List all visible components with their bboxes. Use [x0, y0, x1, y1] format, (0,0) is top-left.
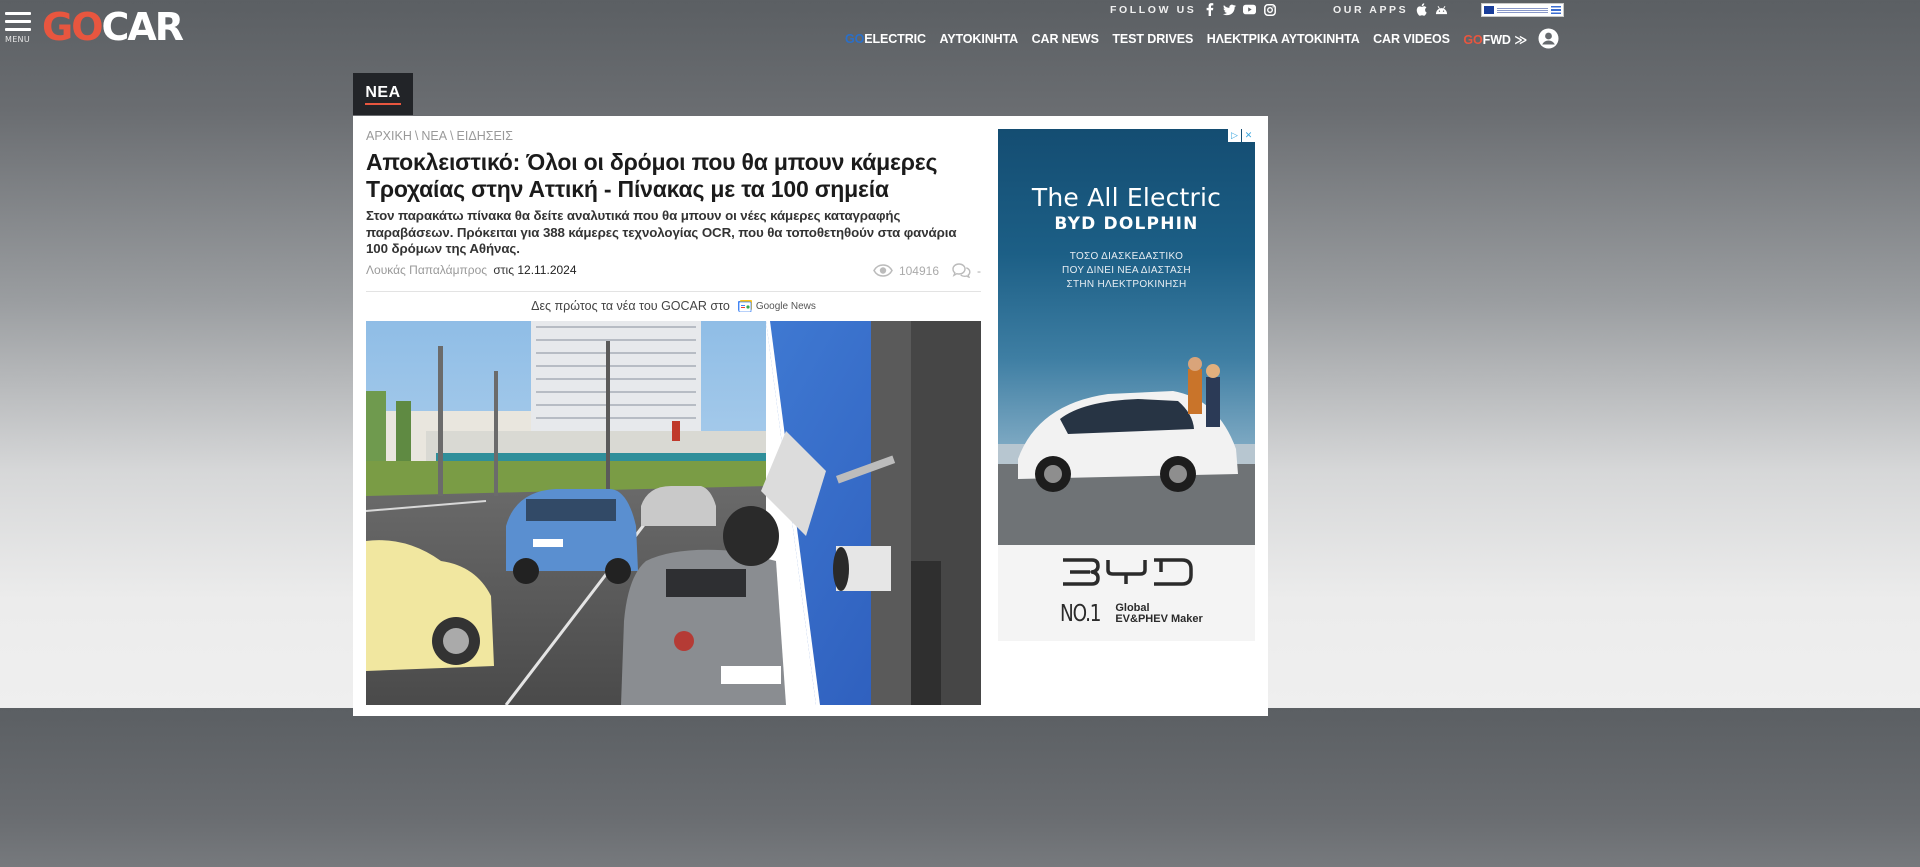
follow-us: FOLLOW US: [1110, 3, 1276, 16]
greek-flag-icon: [1551, 6, 1561, 14]
hero-image[interactable]: [366, 321, 981, 705]
main-nav: GOELECTRIC ΑΥΤΟΚΙΝΗΤΑ CAR NEWS TEST DRIVES Η…: [845, 31, 1527, 47]
breadcrumb-separator: \: [414, 129, 419, 143]
ad-tagline-line: ΤΟΣΟ ΔΙΑΣΚΕΔΑΣΤΙΚΟ: [1069, 251, 1184, 262]
ad-slogan-text: Global EV&PHEV Maker: [1115, 603, 1202, 625]
ad-visual: ▷ ✕ The All Electric BYD DOLPHIN ΤΟΣΟ ΔΙ…: [998, 129, 1255, 545]
ad-tagline: ΤΟΣΟ ΔΙΑΣΚΕΔΑΣΤΙΚΟ ΠΟΥ ΔΙΝΕΙ ΝΕΑ ΔΙΑΣΤΑΣ…: [998, 250, 1255, 292]
google-news-icon: [737, 300, 753, 313]
date-prefix: στις: [493, 263, 514, 277]
hamburger-icon-bar: [5, 20, 31, 23]
eye-icon: [873, 264, 893, 277]
nav-link-4[interactable]: TEST DRIVES: [1112, 32, 1193, 46]
hamburger-icon: [5, 12, 31, 15]
content-card: ΑΡΧΙΚΗ \ ΝΕΑ \ ΕΙΔΗΣΕΙΣ Αποκλειστικό: Όλοι ο…: [353, 116, 1268, 716]
our-apps: OUR APPS: [1333, 3, 1448, 16]
ad-headline: The All Electric: [1031, 183, 1222, 212]
breadcrumb-news[interactable]: ΝΕΑ: [421, 129, 447, 143]
google-news-label: Google News: [755, 300, 816, 312]
user-account-icon[interactable]: [1538, 28, 1559, 49]
eu-flag-icon: [1484, 6, 1494, 14]
ad-slogan: NO.1 Global EV&PHEV Maker: [1060, 601, 1203, 627]
nav-link-prefix: GO: [845, 32, 865, 46]
ad-model: BYD DOLPHIN: [1054, 214, 1199, 234]
nav-link-label: FWD ≫: [1482, 32, 1528, 47]
article-meta: Λουκάς Παπαλάμπρος στις 12.11.2024 10491…: [366, 263, 981, 279]
nav-link-6[interactable]: CAR VIDEOS: [1373, 32, 1450, 46]
byd-dolphin-ad[interactable]: ▷ ✕ The All Electric BYD DOLPHIN ΤΟΣΟ ΔΙ…: [998, 129, 1255, 641]
comment-icon[interactable]: [951, 263, 971, 278]
hero-photo-illustration: [366, 321, 981, 705]
nav-link-2[interactable]: ΑΥΤΟΚΙΝΗΤΑ: [939, 32, 1018, 46]
category-tag[interactable]: ΝΕΑ: [353, 73, 413, 115]
ad-close-icon[interactable]: ✕: [1242, 129, 1255, 142]
site-logo[interactable]: GOCAR: [42, 4, 185, 50]
comment-count: -: [977, 263, 981, 278]
eu-funding-banner[interactable]: [1481, 3, 1564, 17]
byd-logo: [998, 557, 1255, 592]
ad-tagline-line: ΣΤΗΝ ΗΛΕΚΤΡΟΚΙΝΗΣΗ: [1066, 279, 1187, 290]
twitter-icon[interactable]: [1223, 3, 1237, 16]
nav-link-1[interactable]: GOELECTRIC: [845, 32, 926, 46]
nav-link-label: ELECTRIC: [864, 32, 926, 46]
nav-link-label: TEST DRIVES: [1112, 32, 1194, 46]
category-label: ΝΕΑ: [365, 84, 401, 105]
nav-link-5[interactable]: ΗΛΕΚΤΡΙΚΑ ΑΥΤΟΚΙΝΗΤΑ: [1207, 32, 1360, 46]
article-lead: Στον παρακάτω πίνακα θα δείτε αναλυτικά …: [366, 208, 957, 256]
breadcrumb: ΑΡΧΙΚΗ \ ΝΕΑ \ ΕΙΔΗΣΕΙΣ: [366, 129, 513, 143]
divider: [366, 291, 981, 292]
article-stats: 104916 -: [873, 263, 981, 278]
nav-link-label: ΑΥΤΟΚΙΝΗΤΑ: [939, 32, 1019, 46]
author-link[interactable]: Λουκάς Παπαλάμπρος: [366, 263, 487, 277]
instagram-icon[interactable]: [1263, 3, 1276, 16]
view-count: 104916: [898, 263, 939, 278]
breadcrumb-current[interactable]: ΕΙΔΗΣΕΙΣ: [457, 129, 513, 143]
android-icon[interactable]: [1435, 3, 1448, 16]
nav-link-7[interactable]: GOFWD ≫: [1463, 32, 1527, 47]
apps-label: OUR APPS: [1333, 3, 1409, 16]
menu-label: MENU: [5, 35, 30, 44]
nav-link-label: CAR NEWS: [1031, 32, 1099, 46]
nav-link-label: ΗΛΕΚΤΡΙΚΑ ΑΥΤΟΚΙΝΗΤΑ: [1206, 32, 1360, 46]
ad-choices[interactable]: ▷ ✕: [1228, 129, 1255, 142]
follow-label: FOLLOW US: [1110, 3, 1197, 16]
hamburger-icon-bar: [5, 28, 31, 31]
ad-tagline-line: ΠΟΥ ΔΙΝΕΙ ΝΕΑ ΔΙΑΣΤΑΣΗ: [1062, 265, 1191, 276]
google-news-follow[interactable]: Δες πρώτος τα νέα του GOCAR στο Google N…: [366, 299, 981, 313]
apple-icon[interactable]: [1415, 3, 1428, 16]
nav-link-label: CAR VIDEOS: [1373, 32, 1450, 46]
publish-date: 12.11.2024: [517, 263, 577, 277]
logo-go: GO: [42, 5, 103, 49]
banner-lines: [1497, 7, 1548, 13]
google-news-badge: Google News: [737, 300, 816, 313]
menu-button[interactable]: MENU: [5, 12, 33, 44]
nav-link-3[interactable]: CAR NEWS: [1032, 32, 1099, 46]
logo-car: CAR: [101, 5, 185, 49]
ad-no1: NO.1: [1060, 601, 1101, 627]
article-title: Αποκλειστικό: Όλοι οι δρόμοι που θα μπου…: [366, 149, 938, 202]
breadcrumb-home[interactable]: ΑΡΧΙΚΗ: [366, 129, 412, 143]
youtube-icon[interactable]: [1243, 3, 1257, 16]
google-news-text: Δες πρώτος τα νέα του GOCAR στο: [531, 299, 730, 313]
breadcrumb-separator: \: [450, 129, 454, 143]
adchoices-icon[interactable]: ▷: [1228, 129, 1241, 142]
nav-link-prefix: GO: [1463, 32, 1483, 47]
ad-slogan-line2: EV&PHEV Maker: [1115, 613, 1203, 625]
facebook-icon[interactable]: [1203, 3, 1216, 16]
